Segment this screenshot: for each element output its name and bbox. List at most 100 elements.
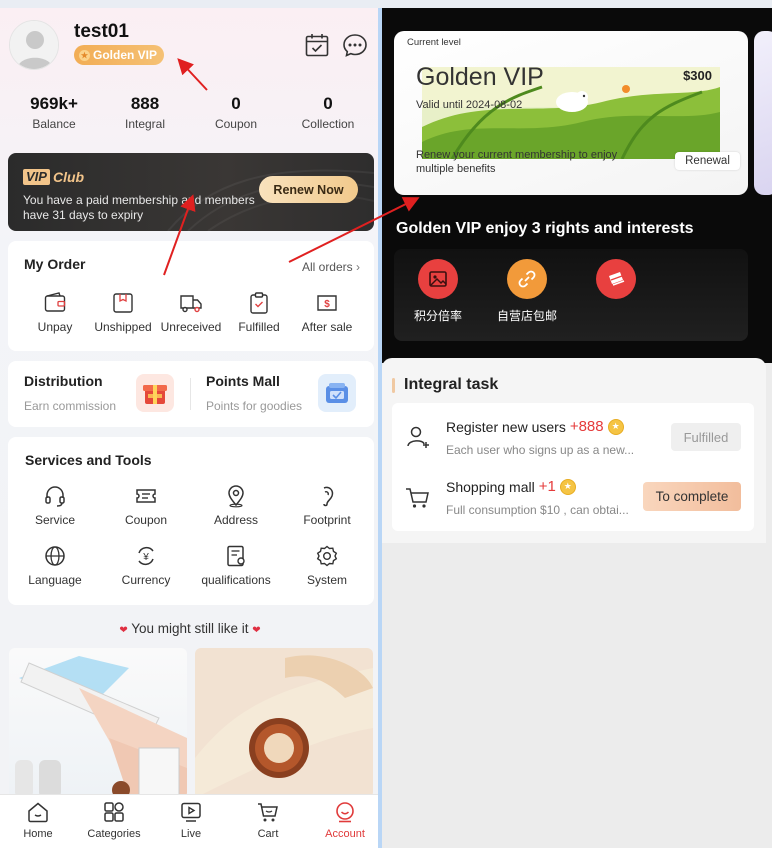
tab-home[interactable]: Home xyxy=(0,800,76,840)
stat-value: 0 xyxy=(231,94,241,113)
service-label: qualifications xyxy=(201,573,271,587)
title-accent-bar xyxy=(392,378,395,393)
cart-icon xyxy=(404,483,432,511)
currency-icon: ¥ xyxy=(134,544,158,568)
task-points: +1 xyxy=(538,478,556,495)
tab-account[interactable]: Account xyxy=(307,800,380,840)
default-avatar-icon xyxy=(10,21,58,69)
my-order-card: My Order All orders › Unpay Unshipped Un… xyxy=(8,241,374,351)
avatar[interactable] xyxy=(9,20,59,70)
next-level-card-peek[interactable] xyxy=(754,31,772,195)
ticket-icon xyxy=(134,484,158,508)
all-orders-link[interactable]: All orders › xyxy=(302,260,360,274)
certificate-icon xyxy=(224,544,248,568)
points-mall-subtitle: Points for goodies xyxy=(206,399,303,413)
cart-icon xyxy=(256,800,280,824)
service-item-coupon[interactable]: Coupon xyxy=(106,484,186,527)
distribution-entry[interactable]: Distribution Earn commission xyxy=(8,361,190,427)
service-item-address[interactable]: Address xyxy=(196,484,276,527)
tab-live[interactable]: Live xyxy=(153,800,229,840)
stat-value: 0 xyxy=(323,94,333,113)
services-tools-card: Services and Tools Service Coupon Addres… xyxy=(8,437,374,605)
service-item-qualifications[interactable]: qualifications xyxy=(196,544,276,587)
stat-value: 888 xyxy=(130,94,160,113)
valid-until: Valid until 2024-08-02 xyxy=(416,99,523,111)
service-item-currency[interactable]: ¥ Currency xyxy=(106,544,186,587)
vip-club-logo-box: VIP xyxy=(23,169,50,185)
message-icon[interactable] xyxy=(342,32,368,58)
calendar-checkin-icon[interactable] xyxy=(304,32,330,58)
dollar-return-icon: $ xyxy=(315,291,339,315)
service-label: System xyxy=(306,573,347,587)
task-shopping-title: Shopping mall +1 ★ xyxy=(446,478,576,495)
headset-icon xyxy=(43,484,67,508)
service-label: Footprint xyxy=(303,513,351,527)
rights-list: 积分倍率 自营店包邮 xyxy=(394,249,748,341)
task-description: Full consumption $10 , can obtai... xyxy=(446,503,629,517)
recommend-heading: ❤ You might still like it ❤ xyxy=(0,621,380,636)
ticket-icon xyxy=(596,259,636,299)
all-orders-label: All orders xyxy=(301,260,353,274)
right-item-free-shipping[interactable]: 自营店包邮 xyxy=(482,259,572,324)
coin-icon: ★ xyxy=(607,418,624,435)
stat-collection[interactable]: 0 Collection xyxy=(283,94,373,131)
tab-cart[interactable]: Cart xyxy=(230,800,306,840)
service-item-system[interactable]: System xyxy=(287,544,367,587)
level-description: Renew your current membership to enjoy m… xyxy=(416,149,618,175)
product-card-hair-straightener[interactable] xyxy=(9,648,187,798)
svg-text:¥: ¥ xyxy=(142,552,149,563)
stat-integral[interactable]: 888 Integral xyxy=(100,94,190,131)
task-points: +888 xyxy=(569,418,604,435)
globe-icon xyxy=(43,544,67,568)
service-item-service[interactable]: Service xyxy=(15,484,95,527)
stat-label: Coupon xyxy=(214,117,258,131)
task-name-label: Shopping mall xyxy=(446,478,535,495)
task-complete-button[interactable]: To complete xyxy=(643,482,741,511)
product-card-skin-cream[interactable] xyxy=(195,648,373,798)
truck-icon xyxy=(179,291,203,315)
star-icon: ★ xyxy=(79,49,90,61)
points-mall-title: Points Mall xyxy=(206,373,280,389)
stat-label: Collection xyxy=(301,117,355,131)
bottom-tab-bar: Home Categories Live Cart Account xyxy=(0,794,380,848)
renewal-button[interactable]: Renewal xyxy=(675,152,740,170)
current-level-label: Current level xyxy=(407,37,461,48)
stat-label: Balance xyxy=(32,117,76,131)
right-item-points-multiplier[interactable]: 积分倍率 xyxy=(393,259,483,324)
distribution-points-card: Distribution Earn commission Points Mall… xyxy=(8,361,374,427)
vip-club-banner[interactable]: VIP Club You have a paid membership and … xyxy=(8,153,374,231)
service-item-language[interactable]: Language xyxy=(15,544,95,587)
service-item-footprint[interactable]: Footprint xyxy=(287,484,367,527)
play-icon xyxy=(179,800,203,824)
svg-text:$: $ xyxy=(324,299,330,310)
order-after-sale[interactable]: $ After sale xyxy=(287,291,367,334)
gear-icon xyxy=(315,544,339,568)
right-label: 自营店包邮 xyxy=(496,309,557,323)
vip-level-badge[interactable]: ★ Golden VIP xyxy=(74,45,165,65)
integral-task-title: Integral task xyxy=(404,376,499,393)
stat-balance[interactable]: 969k+ Balance xyxy=(9,94,99,131)
task-description: Each user who signs up as a new... xyxy=(446,443,635,457)
distribution-subtitle: Earn commission xyxy=(24,399,117,413)
points-mall-entry[interactable]: Points Mall Points for goodies xyxy=(192,361,374,427)
current-level-card[interactable]: Current level Golden VIP Valid until 202… xyxy=(394,31,748,195)
coin-icon: ★ xyxy=(559,478,576,495)
stat-coupon[interactable]: 0 Coupon xyxy=(191,94,281,131)
integral-task-panel: Integral task Register new users +888 ★ … xyxy=(382,358,766,543)
task-fulfilled-button[interactable]: Fulfilled xyxy=(671,423,741,451)
task-name-label: Register new users xyxy=(446,418,566,435)
heart-icon: ❤ xyxy=(119,625,128,636)
chevron-right-icon: › xyxy=(356,260,360,274)
service-label: Language xyxy=(28,573,82,587)
right-item-coupon[interactable] xyxy=(571,259,661,307)
heart-icon: ❤ xyxy=(252,625,261,636)
vip-club-description: You have a paid membership and members h… xyxy=(23,193,255,222)
points-mall-icon xyxy=(318,374,356,412)
order-label: After sale xyxy=(301,320,353,334)
account-icon xyxy=(333,800,357,824)
renew-now-button[interactable]: Renew Now xyxy=(259,176,358,203)
tab-categories[interactable]: Categories xyxy=(76,800,152,840)
task-list: Register new users +888 ★ Each user who … xyxy=(392,403,754,531)
level-price: $300 xyxy=(683,68,712,83)
wallet-icon xyxy=(43,291,67,315)
